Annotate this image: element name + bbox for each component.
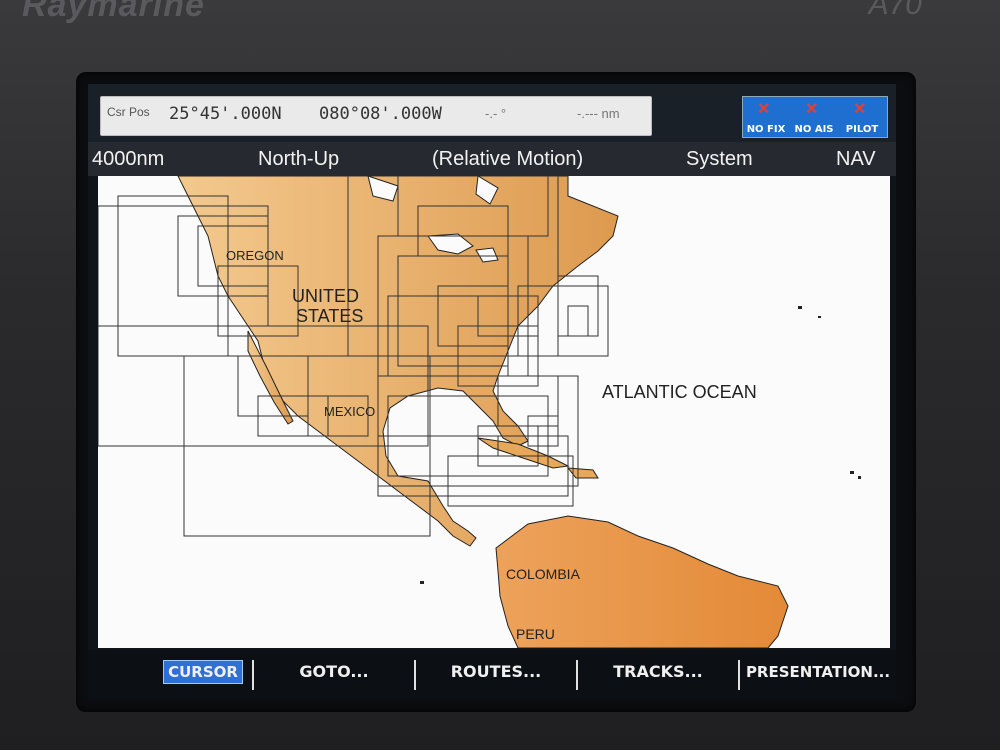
pilot-icon: ✕ (853, 101, 867, 118)
softkey-tracks[interactable]: TRACKS... (578, 650, 738, 700)
softkey-tracks-label: TRACKS... (613, 662, 703, 681)
gps-status[interactable]: ✕ NO FIX (743, 97, 789, 137)
chart-map (98, 176, 861, 648)
softkey-goto[interactable]: GOTO... (254, 650, 414, 700)
cursor-label: Csr Pos (107, 105, 150, 119)
model-label: A70 (868, 0, 922, 21)
chart-orientation[interactable]: North-Up (258, 148, 339, 171)
cursor-range: -.--- nm (577, 106, 620, 121)
brand-logo: Raymarine (22, 0, 205, 24)
ais-icon: ✕ (805, 101, 819, 118)
cursor-bearing: -.- ° (485, 106, 507, 121)
ais-status[interactable]: ✕ NO AIS (791, 97, 837, 137)
gps-icon: ✕ (757, 101, 771, 118)
status-bar: Csr Pos 25°45'.000N 080°08'.000W -.- ° -… (88, 84, 896, 142)
chart-range[interactable]: 4000nm (92, 148, 164, 171)
label-atlantic-ocean: ATLANTIC OCEAN (602, 382, 757, 402)
cursor-position-box: Csr Pos 25°45'.000N 080°08'.000W -.- ° -… (100, 96, 652, 136)
gps-status-label: NO FIX (746, 124, 786, 135)
softkey-goto-label: GOTO... (299, 662, 369, 681)
softkey-bar: CURSOR GOTO... ROUTES... TRACKS... PRESE… (88, 650, 896, 700)
chart-mode[interactable]: NAV (836, 148, 876, 171)
label-united: UNITED (292, 286, 359, 306)
label-states: STATES (296, 306, 364, 326)
chart-motion-mode[interactable]: (Relative Motion) (432, 148, 583, 171)
softkey-cursor-label: CURSOR (163, 660, 243, 684)
pilot-status-label: PILOT (845, 124, 879, 135)
label-peru: PERU (516, 626, 555, 642)
chart-header: 4000nm North-Up (Relative Motion) System… (88, 142, 896, 176)
chart-screen: Csr Pos 25°45'.000N 080°08'.000W -.- ° -… (88, 84, 896, 700)
softkey-routes[interactable]: ROUTES... (416, 650, 576, 700)
label-oregon: OREGON (226, 248, 284, 263)
label-mexico: MEXICO (324, 404, 376, 419)
softkey-presentation-label: PRESENTATION... (745, 663, 891, 681)
cursor-longitude: 080°08'.000W (319, 104, 442, 124)
status-indicators[interactable]: ✕ NO FIX ✕ NO AIS ✕ PILOT (742, 96, 888, 138)
label-colombia: COLOMBIA (506, 566, 580, 582)
chart-area[interactable]: OREGON UNITED STATES MEXICO ATLANTIC OCE… (98, 176, 890, 648)
ais-status-label: NO AIS (794, 124, 834, 135)
pilot-status[interactable]: ✕ PILOT (839, 97, 885, 137)
softkey-presentation[interactable]: PRESENTATION... (740, 650, 896, 700)
cursor-latitude: 25°45'.000N (169, 104, 282, 124)
chart-datum[interactable]: System (686, 148, 753, 171)
softkey-routes-label: ROUTES... (450, 662, 542, 681)
